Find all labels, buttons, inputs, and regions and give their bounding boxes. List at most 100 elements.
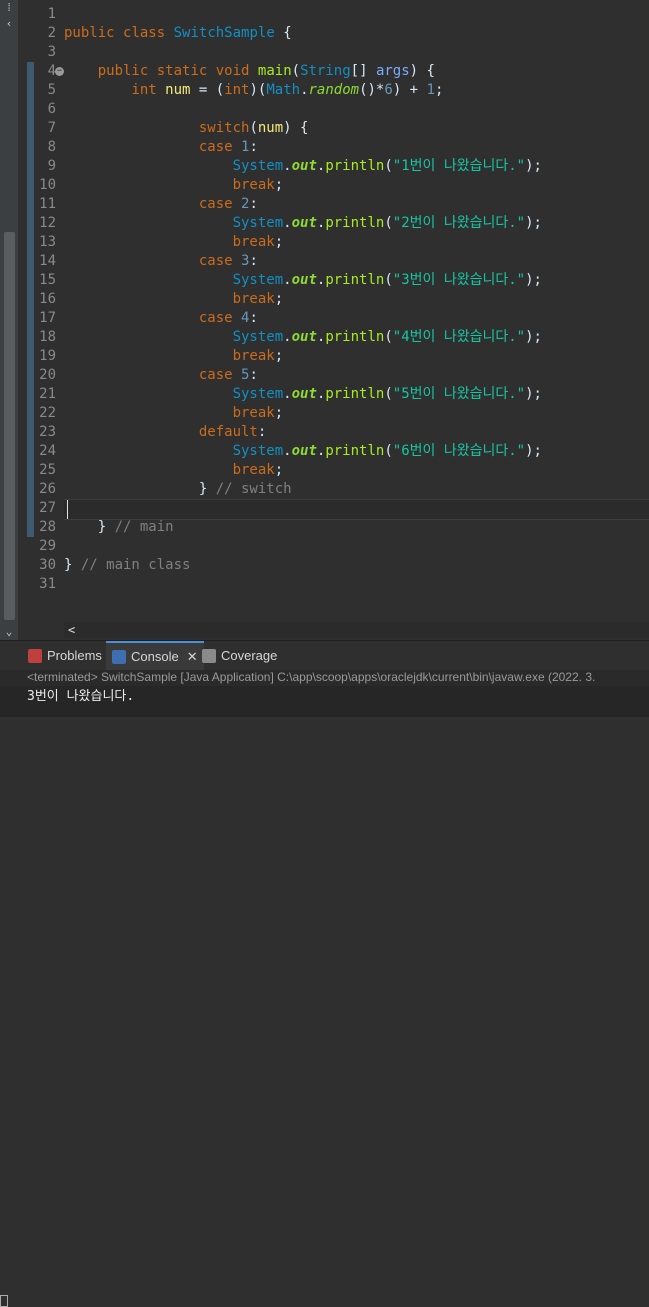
collapse-marker-icon[interactable]: −	[55, 67, 64, 76]
change-marker	[27, 81, 34, 100]
current-code-line[interactable]	[64, 499, 649, 520]
code-line[interactable]: } // main	[64, 518, 649, 537]
line-number: 17	[39, 310, 56, 326]
code-editor[interactable]: public class SwitchSample { public stati…	[64, 0, 649, 622]
code-token: .	[283, 272, 292, 288]
code-line[interactable]: case 4:	[64, 309, 649, 328]
code-line[interactable]: int num = (int)(Math.random()*6) + 1;	[64, 81, 649, 100]
line-number: 14	[39, 253, 56, 269]
code-token-kw: static	[156, 63, 208, 79]
code-line[interactable]: case 1:	[64, 138, 649, 157]
code-line[interactable]	[64, 537, 649, 556]
code-token-kw: public	[97, 63, 149, 79]
code-line[interactable]: case 2:	[64, 195, 649, 214]
code-line[interactable]: break;	[64, 176, 649, 195]
code-line[interactable]: System.out.println("2번이 나왔습니다.");	[64, 214, 649, 233]
code-line[interactable]: break;	[64, 404, 649, 423]
line-number: 12	[39, 215, 56, 231]
code-token-fn: println	[325, 272, 385, 288]
change-marker	[27, 290, 34, 309]
code-line[interactable]: default:	[64, 423, 649, 442]
code-token-cmt: // switch	[215, 481, 292, 497]
scroll-down-arrow-icon[interactable]: ⌄	[3, 626, 15, 638]
code-line[interactable]	[64, 43, 649, 62]
code-line[interactable]: break;	[64, 461, 649, 480]
code-token-var: num	[165, 82, 191, 98]
code-token-cls: String	[300, 63, 351, 79]
scroll-up-arrow-icon[interactable]: ⁞	[3, 2, 15, 14]
code-token: :	[249, 310, 258, 326]
code-token-kw: break	[232, 177, 275, 193]
code-token-var: num	[257, 120, 284, 136]
code-line[interactable]: System.out.println("1번이 나왔습니다.");	[64, 157, 649, 176]
change-marker	[27, 119, 34, 138]
tab-coverage[interactable]: Coverage	[202, 643, 277, 669]
code-token-str: "4번이 나왔습니다."	[392, 329, 526, 345]
code-token: }	[198, 481, 216, 497]
code-token: (	[384, 158, 393, 174]
line-number: 15	[39, 272, 56, 288]
minimize-icon[interactable]	[0, 1295, 8, 1307]
code-token-fld: out	[291, 215, 317, 231]
code-token: .	[283, 386, 292, 402]
code-token-kw: int	[131, 82, 157, 98]
code-token-cls: SwitchSample	[173, 25, 275, 41]
code-line[interactable]: } // switch	[64, 480, 649, 499]
tab-console[interactable]: Console ✕	[106, 641, 204, 671]
console-output[interactable]: 3번이 나왔습니다.	[0, 686, 649, 717]
code-line[interactable]: } // main class	[64, 556, 649, 575]
code-line[interactable]: case 3:	[64, 252, 649, 271]
code-line[interactable]: System.out.println("5번이 나왔습니다.");	[64, 385, 649, 404]
code-token-cls: System	[232, 215, 284, 231]
tab-problems-label: Problems	[47, 648, 102, 663]
code-token: (	[384, 272, 393, 288]
code-line[interactable]: System.out.println("4번이 나왔습니다.");	[64, 328, 649, 347]
code-token: :	[249, 196, 258, 212]
code-token-kw: case	[198, 196, 233, 212]
line-number: 6	[47, 101, 56, 117]
text-caret	[67, 500, 68, 519]
code-line[interactable]	[64, 5, 649, 24]
code-line[interactable]: break;	[64, 347, 649, 366]
scrollbar-thumb[interactable]	[4, 232, 15, 620]
code-token-kw: break	[232, 291, 275, 307]
code-token-cls: System	[232, 443, 284, 459]
horizontal-scrollbar[interactable]: <	[64, 622, 649, 638]
code-token-fld: out	[291, 158, 317, 174]
console-icon	[112, 650, 126, 664]
line-number: 5	[47, 82, 56, 98]
code-line[interactable]: break;	[64, 233, 649, 252]
code-line[interactable]: case 5:	[64, 366, 649, 385]
code-token: (	[384, 329, 393, 345]
line-number: 9	[47, 158, 56, 174]
line-number: 4	[47, 63, 56, 79]
code-line[interactable]: System.out.println("3번이 나왔습니다.");	[64, 271, 649, 290]
tab-console-label: Console	[131, 649, 179, 664]
close-icon[interactable]: ✕	[187, 644, 198, 670]
code-line[interactable]: public static void main(String[] args) {	[64, 62, 649, 81]
code-line[interactable]: break;	[64, 290, 649, 309]
scroll-up-arrow-icon[interactable]: ‹	[3, 18, 15, 30]
change-marker	[27, 195, 34, 214]
code-token-fn: println	[325, 386, 385, 402]
code-line[interactable]	[64, 100, 649, 119]
code-line[interactable]: public class SwitchSample {	[64, 24, 649, 43]
code-line[interactable]: switch(num) {	[64, 119, 649, 138]
code-token-kw: switch	[198, 120, 250, 136]
scroll-left-arrow-icon[interactable]: <	[68, 623, 75, 637]
tab-problems[interactable]: Problems	[28, 643, 102, 669]
code-token-kw: void	[215, 63, 250, 79]
code-token: (	[249, 120, 258, 136]
code-line[interactable]	[64, 575, 649, 594]
code-line[interactable]: System.out.println("6번이 나왔습니다.");	[64, 442, 649, 461]
code-token: ;	[274, 291, 284, 307]
